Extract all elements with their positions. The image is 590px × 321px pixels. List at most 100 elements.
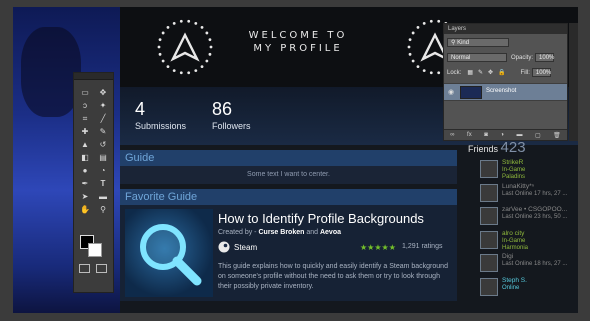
welcome-title: WELCOME TO MY PROFILE	[223, 29, 373, 55]
layers-bottom-bar: ∞ fx ◙ ◑ ▬ ▢ 🗑	[444, 129, 567, 140]
friend-name: alro city	[502, 229, 525, 237]
kind-filter-dropdown[interactable]: ⚲ Kind	[447, 38, 509, 47]
magnifier-icon	[140, 224, 202, 286]
friend-item[interactable]: zarVee • CSGOPOO... Last Online 23 hrs, 5…	[480, 206, 578, 228]
tools-panel-titlebar[interactable]	[74, 73, 113, 80]
guide-panel-title: Guide	[120, 150, 457, 166]
lock-label: Lock:	[447, 69, 462, 76]
friend-name: zarVee • CSGOPOO...	[502, 206, 568, 213]
stat-label: Submissions	[135, 121, 187, 131]
type-tool-icon[interactable]: T	[94, 178, 112, 189]
new-layer-icon[interactable]: ▢	[535, 132, 541, 139]
friends-panel: Friends 423 StrikeR In-Game Paladins LunaKi…	[468, 139, 578, 313]
friend-item[interactable]: Steph S. Online	[480, 277, 578, 299]
and-label: and	[306, 229, 319, 236]
friend-status: Online	[502, 284, 520, 291]
layer-name: Screenshot	[486, 88, 517, 94]
fx-icon[interactable]: fx	[467, 132, 472, 138]
friend-item[interactable]: LunaKitty*ⁿ Last Online 17 hrs, 27 ...	[480, 183, 578, 205]
folder-icon[interactable]: ▬	[516, 132, 522, 138]
friend-status: Last Online 23 hrs, 50 ...	[502, 214, 568, 220]
avatar[interactable]	[480, 277, 498, 296]
gradient-tool-icon[interactable]: ▤	[94, 152, 112, 163]
blend-row: Normal Opacity: 100%	[447, 52, 554, 63]
avatar[interactable]	[480, 207, 498, 225]
avatar[interactable]	[480, 254, 498, 272]
crop-tool-icon[interactable]: ⌗	[76, 113, 94, 124]
lasso-tool-icon[interactable]: ↄ	[76, 100, 94, 111]
guide-title[interactable]: How to Identify Profile Backgrounds	[218, 211, 424, 226]
lock-row: Lock: ▦✎✥🔒 Fill: 100%	[447, 67, 551, 78]
zoom-tool-icon[interactable]: ⚲	[94, 204, 112, 215]
blend-mode-dropdown[interactable]: Normal	[447, 53, 507, 62]
eraser-tool-icon[interactable]: ◧	[76, 152, 94, 163]
platform-name: Steam	[234, 242, 258, 252]
eyedropper-icon[interactable]: ╱	[94, 113, 112, 124]
friend-status: Last Online 17 hrs, 27 ...	[502, 190, 568, 197]
history-brush-icon[interactable]: ↺	[94, 139, 112, 150]
healing-brush-icon[interactable]: ✚	[76, 126, 94, 137]
photoshop-layers-panel: Layers ⚲ Kind Normal Opacity: 100% Lock:…	[443, 23, 568, 141]
trash-icon[interactable]: 🗑	[553, 132, 561, 139]
lock-icons[interactable]: ▦✎✥🔒	[467, 69, 510, 76]
guide-panel-text: Some text I want to center.	[120, 166, 457, 184]
guide-panel: Guide Some text I want to center.	[120, 150, 457, 184]
friend-game: Paladins	[502, 174, 526, 180]
friend-item[interactable]: alro city In-Game Harmonia	[480, 230, 578, 252]
avatar[interactable]	[480, 183, 498, 202]
layer-row-screenshot[interactable]: ◉ Screenshot	[444, 83, 567, 101]
author-link-1[interactable]: Curse Broken	[258, 229, 304, 236]
path-select-icon[interactable]: ➤	[76, 191, 94, 202]
layer-thumbnail	[460, 86, 482, 99]
guide-platform: Steam	[218, 241, 257, 253]
quick-mask-icon[interactable]	[79, 264, 90, 273]
kind-label: Kind	[457, 39, 470, 46]
blur-tool-icon[interactable]: ●	[76, 165, 94, 176]
stat-followers[interactable]: 86 Followers	[212, 99, 251, 131]
friend-item[interactable]: StrikeR In-Game Paladins	[480, 159, 578, 181]
emblem-logo-left	[157, 19, 213, 75]
magic-wand-icon[interactable]: ✦	[94, 100, 112, 111]
stat-value: 86	[212, 99, 233, 119]
adjustment-icon[interactable]: ◑	[500, 132, 504, 138]
stat-value: 4	[135, 99, 146, 119]
background-color-swatch[interactable]	[88, 243, 102, 257]
stamp-tool-icon[interactable]: ▲	[76, 139, 94, 150]
profile-screenshot-frame: WELCOME TO MY PROFILE 4 Submissions 86 F…	[13, 7, 578, 313]
pen-tool-icon[interactable]: ✒	[76, 178, 94, 189]
mask-icon[interactable]: ◙	[484, 132, 488, 138]
fill-label: Fill:	[520, 69, 530, 76]
eye-icon[interactable]: ◉	[448, 88, 454, 96]
layers-tab[interactable]: Layers	[444, 24, 567, 34]
steam-icon	[218, 241, 230, 253]
marquee-tool-icon[interactable]: ▭	[76, 87, 94, 98]
friend-game: Harmonia	[502, 244, 529, 251]
panel-dock-strip	[569, 23, 578, 141]
favorite-guide-panel: Favorite Guide How to Identify Profile B…	[120, 189, 457, 301]
link-icon[interactable]: ∞	[450, 132, 454, 138]
shape-tool-icon[interactable]: ▬	[94, 191, 112, 202]
favorite-guide-body[interactable]: How to Identify Profile Backgrounds Crea…	[120, 205, 457, 301]
created-by-label: Created by -	[218, 229, 257, 236]
brush-tool-icon[interactable]: ✎	[94, 126, 112, 137]
friends-header[interactable]: Friends 423	[468, 139, 578, 156]
friends-count: 423	[500, 139, 526, 156]
guide-thumbnail[interactable]	[125, 209, 213, 297]
author-link-2[interactable]: Aevoa	[320, 229, 341, 236]
avatar[interactable]	[480, 230, 498, 249]
stat-label: Followers	[212, 121, 251, 131]
hand-tool-icon[interactable]: ✋	[76, 204, 94, 215]
screen-mode-icon[interactable]	[96, 264, 107, 273]
guide-description: This guide explains how to quickly and e…	[218, 263, 448, 290]
stat-submissions[interactable]: 4 Submissions	[135, 99, 186, 131]
dodge-tool-icon[interactable]: ◔	[94, 165, 112, 176]
fill-input[interactable]: 100%	[531, 68, 551, 77]
favorite-guide-title: Favorite Guide	[120, 189, 457, 205]
ratings-count: 1,291 ratings	[402, 243, 443, 250]
move-tool-icon[interactable]: ✥	[94, 87, 112, 98]
opacity-input[interactable]: 100%	[535, 53, 554, 62]
welcome-line-2: MY PROFILE	[253, 43, 343, 54]
welcome-line-1: WELCOME TO	[248, 30, 348, 41]
avatar[interactable]	[480, 160, 498, 178]
friend-item[interactable]: Digi Last Online 18 hrs, 27 ...	[480, 253, 578, 275]
